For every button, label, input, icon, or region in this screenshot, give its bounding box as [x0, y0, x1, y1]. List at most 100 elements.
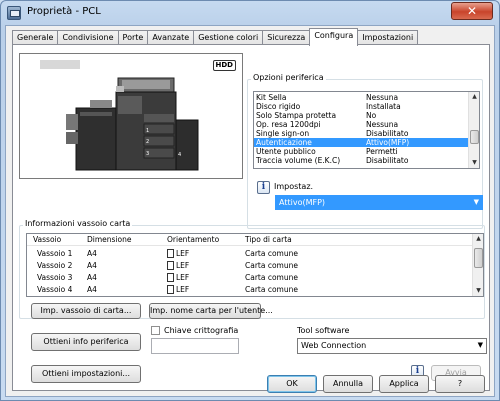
copier-illustration: 1 2 3 4: [66, 77, 199, 171]
dialog-client: Generale Condivisione Porte Avanzate Ges…: [5, 25, 495, 397]
tray-info-table[interactable]: Vassoio Dimensione Orientamento Tipo di …: [26, 233, 484, 297]
tab-sicurezza[interactable]: Sicurezza: [262, 30, 311, 45]
scroll-up-icon[interactable]: ▲: [469, 92, 479, 102]
option-row[interactable]: Single sign-on Disabilitato: [254, 129, 469, 138]
tray-paper-type: Carta comune: [245, 285, 298, 294]
help-button[interactable]: ?: [435, 375, 485, 393]
window-title: Proprietà - PCL: [27, 6, 101, 17]
option-value: Disabilitato: [366, 129, 409, 138]
scroll-up-icon[interactable]: ▲: [473, 234, 483, 244]
svg-text:2: 2: [146, 139, 149, 145]
tray-orientation: LEF: [176, 261, 190, 270]
svg-text:3: 3: [146, 151, 149, 157]
close-button[interactable]: ✕: [451, 2, 493, 20]
scroll-down-icon[interactable]: ▼: [469, 158, 479, 168]
paper-orientation-icon: [167, 261, 174, 270]
option-row[interactable]: Disco rigido Installata: [254, 102, 469, 111]
option-row[interactable]: Utente pubblico Permetti: [254, 147, 469, 156]
table-row[interactable]: Vassoio 1 A4 LEF Carta comune: [27, 248, 473, 260]
tray-name: Vassoio 4: [37, 285, 73, 294]
properties-window: Proprietà - PCL ✕ Generale Condivisione …: [0, 0, 500, 401]
orientation-cell: LEF: [167, 284, 189, 296]
get-device-info-button[interactable]: Ottieni info periferica: [31, 333, 141, 351]
option-row[interactable]: Solo Stampa protetta No: [254, 111, 469, 120]
device-image-pane: HDD 1 2 3 4: [19, 53, 243, 179]
orientation-cell: LEF: [167, 272, 189, 284]
paper-orientation-icon: [167, 273, 174, 282]
option-value: Attivo(MFP): [366, 138, 410, 147]
cancel-button[interactable]: Annulla: [323, 375, 373, 393]
tab-avanzate[interactable]: Avanzate: [147, 30, 195, 45]
tray-table-header: Vassoio Dimensione Orientamento Tipo di …: [27, 234, 473, 246]
tab-condivisione[interactable]: Condivisione: [57, 30, 119, 45]
software-tool-label: Tool software: [297, 326, 350, 335]
tray-paper-type: Carta comune: [245, 273, 298, 282]
apply-button[interactable]: Applica: [379, 375, 429, 393]
option-name: Utente pubblico: [256, 147, 316, 156]
tab-gestione-colori[interactable]: Gestione colori: [193, 30, 264, 45]
orientation-cell: LEF: [167, 260, 189, 272]
setting-value: Attivo(MFP): [279, 198, 326, 207]
encryption-label: Chiave crittografia: [164, 326, 239, 335]
tray-name: Vassoio 3: [37, 273, 73, 282]
option-name: Op. resa 1200dpi: [256, 120, 321, 129]
get-settings-button[interactable]: Ottieni impostazioni...: [31, 365, 141, 383]
setting-combo[interactable]: Attivo(MFP) ▼: [275, 195, 483, 210]
tray-paper-type: Carta comune: [245, 249, 298, 258]
printer-app-icon: [7, 6, 21, 20]
option-name: Solo Stampa protetta: [256, 111, 337, 120]
options-scrollbar[interactable]: ▲ ▼: [468, 92, 479, 168]
tab-impostazioni[interactable]: Impostazioni: [357, 30, 419, 45]
encryption-key-field[interactable]: [151, 338, 239, 354]
tray-info-title: Informazioni vassoio carta: [23, 219, 133, 228]
scroll-thumb[interactable]: [470, 130, 479, 144]
option-name: Traccia volume (E.K.C): [256, 156, 341, 165]
chevron-down-icon: ▼: [477, 341, 483, 349]
table-row[interactable]: Vassoio 2 A4 LEF Carta comune: [27, 260, 473, 272]
info-icon[interactable]: i: [257, 181, 270, 194]
paper-name-button[interactable]: Imp. nome carta per l'utente...: [149, 303, 273, 319]
option-name: Autenticazione: [256, 138, 312, 147]
tray-scrollbar[interactable]: ▲ ▼: [472, 234, 483, 296]
option-value: Disabilitato: [366, 156, 409, 165]
hdd-badge: HDD: [212, 60, 236, 71]
option-name: Single sign-on: [256, 129, 310, 138]
setting-label: Impostaz.: [274, 182, 314, 191]
title-bar[interactable]: Proprietà - PCL ✕: [1, 1, 499, 25]
configura-panel: HDD 1 2 3 4 Opzioni periferica Kit Sella…: [12, 44, 490, 391]
device-options-list[interactable]: Kit Sella Nessuna Disco rigido Installata So…: [253, 91, 480, 169]
software-tool-combo[interactable]: Web Connection ▼: [297, 338, 487, 354]
tray-size: A4: [87, 249, 97, 258]
col-orientamento[interactable]: Orientamento: [167, 234, 219, 246]
col-vassoio[interactable]: Vassoio: [33, 234, 61, 246]
option-value: Installata: [366, 102, 401, 111]
tab-configura[interactable]: Configura: [309, 28, 359, 46]
software-tool-value: Web Connection: [301, 341, 367, 350]
col-dimensione[interactable]: Dimensione: [87, 234, 131, 246]
option-row[interactable]: Kit Sella Nessuna: [254, 93, 469, 102]
tray-name: Vassoio 2: [37, 261, 73, 270]
tray-paper-type: Carta comune: [245, 261, 298, 270]
tray-settings-button[interactable]: Imp. vassoio di carta...: [31, 303, 141, 319]
svg-text:1: 1: [146, 128, 149, 134]
ok-button[interactable]: OK: [267, 375, 317, 393]
option-row[interactable]: Op. resa 1200dpi Nessuna: [254, 120, 469, 129]
option-row[interactable]: Traccia volume (E.K.C) Disabilitato: [254, 156, 469, 165]
encryption-checkbox[interactable]: [151, 326, 160, 335]
model-name-redacted: [40, 60, 80, 69]
tab-generale[interactable]: Generale: [12, 30, 59, 45]
table-row[interactable]: Vassoio 3 A4 LEF Carta comune: [27, 272, 473, 284]
scroll-down-icon[interactable]: ▼: [473, 286, 483, 296]
tray-orientation: LEF: [176, 249, 190, 258]
tray-name: Vassoio 1: [37, 249, 73, 258]
table-row[interactable]: Vassoio 4 A4 LEF Carta comune: [27, 284, 473, 296]
tray-size: A4: [87, 273, 97, 282]
option-value: Nessuna: [366, 93, 399, 102]
scroll-thumb[interactable]: [474, 248, 483, 268]
tray-size: A4: [87, 285, 97, 294]
col-tipo-carta[interactable]: Tipo di carta: [245, 234, 292, 246]
tab-porte[interactable]: Porte: [117, 30, 149, 45]
option-row[interactable]: Autenticazione Attivo(MFP): [254, 138, 469, 147]
svg-text:4: 4: [178, 152, 181, 158]
option-value: Nessuna: [366, 120, 399, 129]
